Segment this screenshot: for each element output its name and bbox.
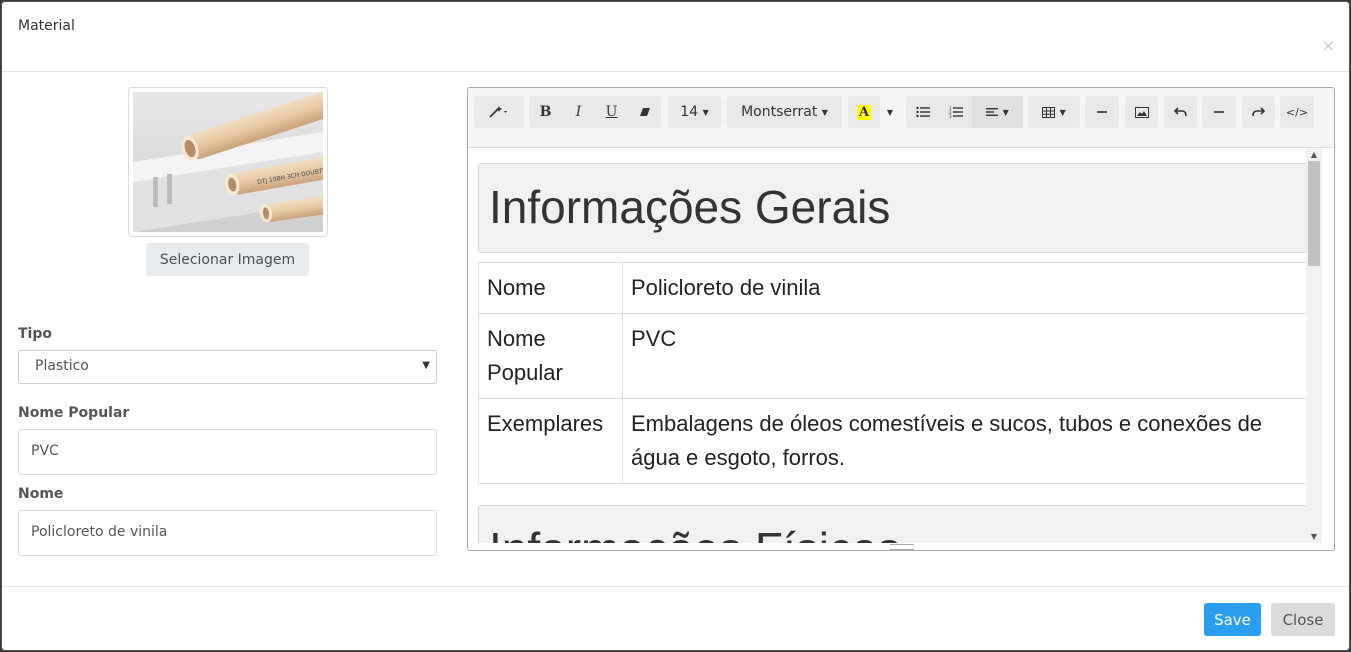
table-cell-value: Policloreto de vinila (622, 262, 1308, 314)
modal-title: Material (18, 18, 75, 34)
font-name-dropdown[interactable]: Montserrat ▼ (727, 96, 842, 128)
nome-popular-label: Nome Popular (18, 405, 130, 421)
material-image: DTJ 10BH 3CH DOUBTE (128, 87, 346, 237)
close-icon[interactable]: × (1322, 36, 1335, 55)
font-color-button[interactable]: A (848, 96, 880, 128)
font-name-value: Montserrat (741, 104, 818, 120)
rich-text-editor: B I U 14 ▼ Montserrat ▼ A ▼ 1 2 3 ▼ ▼ </… (467, 87, 1335, 551)
modal-footer: Save Close (2, 586, 1349, 652)
save-button[interactable]: Save (1204, 603, 1261, 636)
table-cell-value: Embalagens de óleos comestíveis e sucos,… (622, 398, 1308, 484)
heading-informacoes-gerais: Informações Gerais (478, 163, 1308, 253)
italic-button[interactable]: I (562, 96, 595, 128)
heading-informacoes-fisicas: Informações Físicas (478, 505, 1308, 543)
horizontal-rule-icon[interactable] (1202, 96, 1236, 128)
eraser-icon[interactable] (628, 96, 661, 128)
editor-content[interactable]: Informações Gerais Nome Policloreto de v… (468, 149, 1318, 543)
modal-header: Material × (2, 2, 1349, 72)
tipo-label: Tipo (18, 326, 52, 342)
font-size-value: 14 (680, 104, 699, 120)
info-table: Nome Policloreto de vinila Nome Popular … (478, 262, 1308, 484)
table-row: Nome Policloreto de vinila (478, 262, 1308, 314)
unordered-list-icon[interactable] (906, 96, 939, 128)
nome-field[interactable]: Policloreto de vinila (18, 510, 437, 556)
font-color-letter: A (856, 104, 872, 120)
font-color-dropdown[interactable]: ▼ (880, 96, 900, 128)
material-modal: Material × DTJ 10BH 3CH DOUBTE Seleciona… (1, 1, 1350, 651)
tipo-select[interactable]: Plastico ▼ (18, 350, 437, 384)
editor-scrollbar[interactable]: ▲ ▼ (1306, 149, 1322, 543)
nome-label: Nome (18, 486, 64, 502)
scroll-down-icon[interactable]: ▼ (1306, 531, 1322, 543)
picture-icon[interactable] (1125, 96, 1158, 128)
bold-button[interactable]: B (529, 96, 562, 128)
horizontal-rule-icon[interactable] (1085, 96, 1119, 128)
table-cell-key: Exemplares (478, 398, 623, 484)
editor-toolbar: B I U 14 ▼ Montserrat ▼ A ▼ 1 2 3 ▼ ▼ </… (468, 88, 1334, 148)
resize-handle[interactable] (890, 544, 914, 550)
ordered-list-icon[interactable]: 123 (939, 96, 972, 128)
table-icon (1042, 106, 1056, 118)
close-button[interactable]: Close (1271, 603, 1335, 636)
select-image-button[interactable]: Selecionar Imagem (146, 243, 309, 276)
scrollbar-thumb[interactable] (1308, 161, 1320, 266)
table-dropdown[interactable]: ▼ (1028, 96, 1080, 128)
table-row: Nome Popular PVC (478, 313, 1308, 399)
svg-text:3: 3 (949, 114, 952, 118)
align-dropdown[interactable]: ▼ (972, 96, 1023, 128)
table-cell-key: Nome (478, 262, 623, 314)
code-view-button[interactable]: </> (1280, 96, 1314, 128)
table-cell-value: PVC (622, 313, 1308, 399)
tipo-select-value: Plastico (35, 358, 89, 374)
font-size-dropdown[interactable]: 14 ▼ (668, 96, 721, 128)
align-left-icon (986, 108, 999, 116)
pvc-pipes-image: DTJ 10BH 3CH DOUBTE (133, 91, 346, 232)
magic-wand-icon[interactable] (474, 96, 524, 128)
nome-popular-field[interactable]: PVC (18, 429, 437, 475)
underline-button[interactable]: U (595, 96, 628, 128)
scroll-up-icon[interactable]: ▲ (1306, 149, 1322, 161)
redo-icon[interactable] (1242, 96, 1275, 128)
table-row: Exemplares Embalagens de óleos comestíve… (478, 398, 1308, 484)
chevron-down-icon: ▼ (422, 360, 430, 371)
undo-icon[interactable] (1164, 96, 1197, 128)
table-cell-key: Nome Popular (478, 313, 623, 399)
